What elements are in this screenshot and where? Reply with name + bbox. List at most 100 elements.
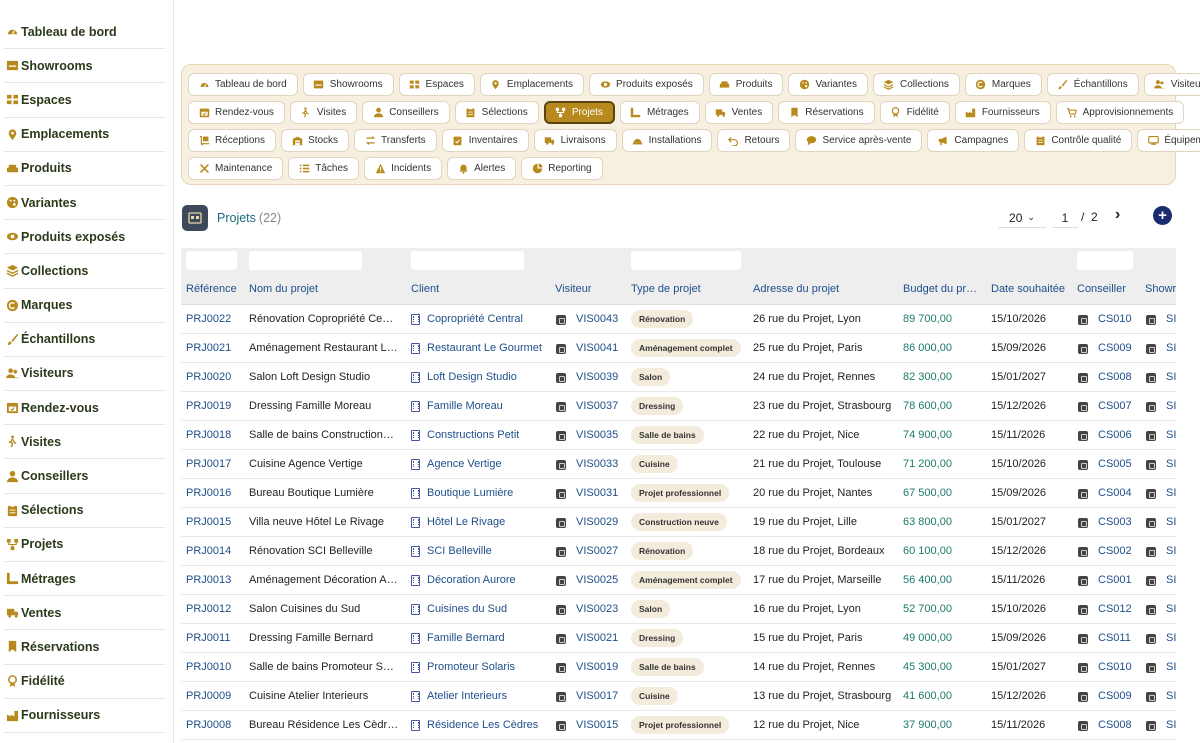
cell-client[interactable]: Promoteur Solaris	[427, 661, 515, 673]
column-header-project-type[interactable]: Type de projet	[631, 283, 701, 295]
column-header-advisor[interactable]: Conseiller	[1077, 283, 1126, 295]
cell-visitor[interactable]: VIS0015	[576, 719, 618, 731]
cell-reference[interactable]: PRJ0021	[186, 342, 231, 354]
module-chip-produits[interactable]: Produits	[708, 72, 784, 96]
sidebar-item-metrages[interactable]: Métrages	[4, 562, 165, 597]
cell-advisor[interactable]: CS002	[1098, 545, 1132, 557]
cell-reference[interactable]: PRJ0008	[186, 719, 231, 731]
cell-client[interactable]: Atelier Interieurs	[427, 690, 507, 702]
module-chip-fidelite[interactable]: Fidélité	[879, 100, 950, 124]
cell-reference[interactable]: PRJ0009	[186, 690, 231, 702]
table-row[interactable]: PRJ0021 Aménagement Restaurant L… Restaura…	[181, 334, 1176, 363]
page-size-select[interactable]: 20 ⌄	[998, 208, 1046, 228]
module-chip-emplacements[interactable]: Emplacements	[479, 72, 585, 96]
module-chip-service-apres-vente[interactable]: Service après-vente	[795, 128, 923, 152]
module-chip-visites[interactable]: Visites	[289, 100, 358, 124]
cell-visitor[interactable]: VIS0041	[576, 342, 618, 354]
module-chip-installations[interactable]: Installations	[621, 128, 713, 152]
column-header-showroom[interactable]: Showr	[1145, 283, 1176, 295]
cell-showroom[interactable]: SI	[1166, 516, 1176, 528]
cell-advisor[interactable]: CS001	[1098, 574, 1132, 586]
cell-showroom[interactable]: SI	[1166, 545, 1176, 557]
filter-type[interactable]	[631, 251, 741, 270]
module-chip-approvisionnements[interactable]: Approvisionnements	[1055, 100, 1185, 124]
cell-advisor[interactable]: CS012	[1098, 603, 1132, 615]
module-chip-maintenance[interactable]: Maintenance	[188, 157, 284, 181]
module-chip-alertes[interactable]: Alertes	[447, 157, 517, 181]
cell-showroom[interactable]: SI	[1166, 632, 1176, 644]
table-row[interactable]: PRJ0013 Aménagement Décoration A… Décorati…	[181, 566, 1176, 595]
cell-reference[interactable]: PRJ0017	[186, 458, 231, 470]
cell-client[interactable]: SCI Belleville	[427, 545, 492, 557]
cell-visitor[interactable]: VIS0025	[576, 574, 618, 586]
column-header-desired-date[interactable]: Date souhaitée	[991, 283, 1065, 295]
module-chip-livraisons[interactable]: Livraisons	[533, 128, 617, 152]
column-header-project-name[interactable]: Nom du projet	[249, 283, 318, 295]
cell-showroom[interactable]: SI	[1166, 661, 1176, 673]
cell-advisor[interactable]: CS010	[1098, 313, 1132, 325]
cell-reference[interactable]: PRJ0018	[186, 429, 231, 441]
sidebar-item-visiteurs[interactable]: Visiteurs	[4, 357, 165, 392]
cell-client[interactable]: Loft Design Studio	[427, 371, 517, 383]
cell-visitor[interactable]: VIS0027	[576, 545, 618, 557]
sidebar-item-projets[interactable]: Projets	[4, 528, 165, 562]
column-header-budget[interactable]: Budget du pr…	[903, 283, 977, 295]
table-row[interactable]: PRJ0018 Salle de bains Construction… Const…	[181, 421, 1176, 450]
cell-showroom[interactable]: SI	[1166, 313, 1176, 325]
cell-client[interactable]: Famille Bernard	[427, 632, 505, 644]
cell-advisor[interactable]: CS009	[1098, 342, 1132, 354]
sidebar-item-visites[interactable]: Visites	[4, 425, 165, 460]
sidebar-item-tableau-de-bord[interactable]: Tableau de bord	[4, 15, 165, 50]
table-row[interactable]: PRJ0015 Villa neuve Hôtel Le Rivage Hôtel …	[181, 508, 1176, 537]
module-chip-collections[interactable]: Collections	[872, 72, 960, 96]
module-chip-echantillons[interactable]: Échantillons	[1046, 72, 1139, 96]
filter-client[interactable]	[411, 251, 524, 270]
column-header-project-address[interactable]: Adresse du projet	[753, 283, 839, 295]
module-chip-selections[interactable]: Sélections	[454, 100, 539, 124]
module-chip-visiteurs[interactable]: Visiteurs	[1143, 72, 1200, 96]
cell-advisor[interactable]: CS009	[1098, 690, 1132, 702]
module-chip-produits-exposes[interactable]: Produits exposés	[589, 72, 704, 96]
sidebar-item-rendez-vous[interactable]: Rendez-vous	[4, 391, 165, 426]
cell-reference[interactable]: PRJ0022	[186, 313, 231, 325]
table-row[interactable]: PRJ0012 Salon Cuisines du Sud Cuisines du …	[181, 595, 1176, 624]
module-chip-incidents[interactable]: Incidents	[364, 157, 443, 181]
cell-visitor[interactable]: VIS0029	[576, 516, 618, 528]
cell-reference[interactable]: PRJ0014	[186, 545, 231, 557]
sidebar-item-showrooms[interactable]: Showrooms	[4, 49, 165, 84]
cell-advisor[interactable]: CS004	[1098, 487, 1132, 499]
cell-reference[interactable]: PRJ0010	[186, 661, 231, 673]
table-row[interactable]: PRJ0020 Salon Loft Design Studio Loft Desi…	[181, 363, 1176, 392]
cell-visitor[interactable]: VIS0033	[576, 458, 618, 470]
cell-showroom[interactable]: SI	[1166, 342, 1176, 354]
cell-reference[interactable]: PRJ0012	[186, 603, 231, 615]
table-row[interactable]: PRJ0010 Salle de bains Promoteur S… Promot…	[181, 653, 1176, 682]
cell-showroom[interactable]: SI	[1166, 429, 1176, 441]
cell-advisor[interactable]: CS006	[1098, 429, 1132, 441]
table-row[interactable]: PRJ0009 Cuisine Atelier Interieurs Atelier…	[181, 682, 1176, 711]
module-chip-metrages[interactable]: Métrages	[619, 100, 700, 124]
cell-visitor[interactable]: VIS0019	[576, 661, 618, 673]
cell-showroom[interactable]: SI	[1166, 690, 1176, 702]
module-chip-reporting[interactable]: Reporting	[521, 157, 603, 181]
cell-visitor[interactable]: VIS0035	[576, 429, 618, 441]
cell-showroom[interactable]: SI	[1166, 603, 1176, 615]
sidebar-item-produits[interactable]: Produits	[4, 152, 165, 186]
table-row[interactable]: PRJ0011 Dressing Famille Bernard Famille B…	[181, 624, 1176, 653]
cell-visitor[interactable]: VIS0037	[576, 400, 618, 412]
module-chip-conseillers[interactable]: Conseillers	[362, 100, 450, 124]
module-chip-fournisseurs[interactable]: Fournisseurs	[954, 100, 1051, 124]
cell-client[interactable]: Famille Moreau	[427, 400, 503, 412]
cell-showroom[interactable]: SI	[1166, 487, 1176, 499]
cell-reference[interactable]: PRJ0019	[186, 400, 231, 412]
module-chip-espaces[interactable]: Espaces	[398, 72, 475, 96]
module-chip-marques[interactable]: Marques	[964, 72, 1042, 96]
cell-advisor[interactable]: CS011	[1098, 632, 1131, 644]
cell-advisor[interactable]: CS008	[1098, 371, 1132, 383]
sidebar-item-variantes[interactable]: Variantes	[4, 186, 165, 221]
table-row[interactable]: PRJ0017 Cuisine Agence Vertige Agence Vert…	[181, 450, 1176, 479]
cell-client[interactable]: Résidence Les Cèdres	[427, 719, 538, 731]
cell-visitor[interactable]: VIS0023	[576, 603, 618, 615]
cell-client[interactable]: Agence Vertige	[427, 458, 502, 470]
filter-advisor[interactable]	[1077, 251, 1133, 270]
